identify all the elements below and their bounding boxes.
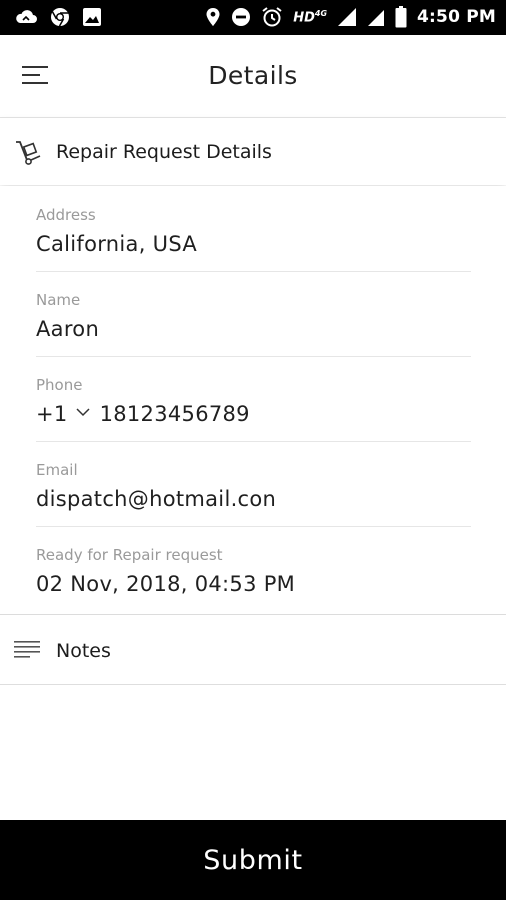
field-value: Aaron — [36, 317, 100, 341]
section-title: Repair Request Details — [56, 141, 272, 163]
status-left-icons — [14, 7, 102, 27]
address-field: Address California, USA — [36, 186, 471, 272]
field-label: Ready for Repair request — [36, 546, 223, 564]
ready-for-repair-field: Ready for Repair request 02 Nov, 2018, 0… — [36, 526, 471, 611]
details-fields: Address California, USA Name Aaron Phone… — [0, 186, 506, 615]
signal-icon — [368, 10, 385, 26]
dnd-icon — [232, 8, 251, 26]
alarm-icon — [262, 7, 282, 27]
chrome-icon — [51, 8, 69, 27]
image-icon — [83, 8, 101, 26]
clock: 4:50 PM — [417, 7, 496, 27]
network-type: HD4G — [293, 8, 328, 26]
chevron-down-icon[interactable] — [76, 407, 90, 417]
field-value: 02 Nov, 2018, 04:53 PM — [36, 572, 296, 596]
field-value: California, USA — [36, 232, 198, 256]
section-header: Repair Request Details — [0, 118, 506, 185]
field-label: Email — [36, 461, 78, 479]
location-icon — [206, 8, 220, 26]
hand-truck-icon — [16, 141, 41, 165]
signal-icon — [338, 8, 357, 26]
phone-number: 18123456789 — [99, 402, 250, 426]
country-code[interactable]: +1 — [36, 402, 68, 426]
field-label: Name — [36, 291, 81, 309]
field-label: Phone — [36, 376, 83, 394]
cloud-icon — [16, 10, 37, 23]
battery-icon — [395, 6, 407, 28]
notes-label: Notes — [56, 640, 111, 662]
app-bar: Details — [0, 35, 506, 118]
phone-field: Phone +1 18123456789 — [36, 356, 471, 442]
status-right-icons: HD4G 4:50 PM — [205, 6, 496, 28]
name-field: Name Aaron — [36, 271, 471, 357]
field-label: Address — [36, 206, 96, 224]
phone-row: +1 18123456789 — [36, 402, 250, 426]
status-bar: HD4G 4:50 PM — [0, 0, 506, 35]
email-field: Email dispatch@hotmail.con — [36, 441, 471, 527]
page-title: Details — [208, 61, 298, 90]
submit-button[interactable]: Submit — [0, 820, 506, 900]
notes-lines-icon — [14, 641, 40, 658]
notes-row[interactable]: Notes — [0, 616, 506, 685]
screen: HD4G 4:50 PM Details Repair Request Deta… — [0, 0, 506, 900]
field-value: dispatch@hotmail.con — [36, 487, 277, 511]
